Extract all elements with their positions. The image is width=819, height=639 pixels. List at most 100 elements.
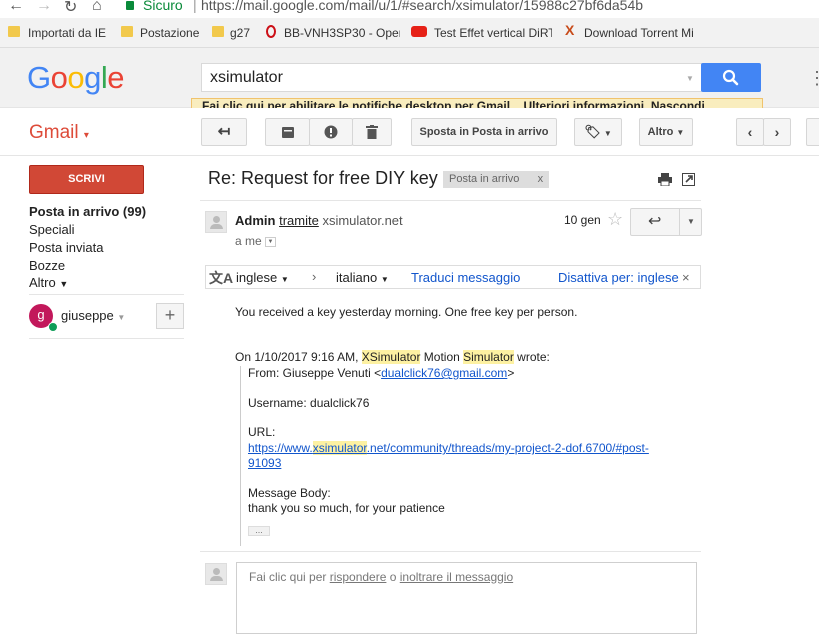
folder-icon <box>8 26 20 37</box>
newer-button[interactable]: ‹ <box>736 118 764 146</box>
star-icon[interactable]: ☆ <box>607 209 623 230</box>
user-name[interactable]: giuseppe ▼ <box>61 308 125 323</box>
translate-message-link[interactable]: Traduci messaggio <box>411 270 520 285</box>
quote-from-line: From: Giuseppe Venuti <dualclick76@gmail… <box>248 366 515 380</box>
add-contact-button[interactable]: + <box>156 303 184 329</box>
show-details-icon[interactable]: ▼ <box>265 236 277 247</box>
back-arrow-icon[interactable]: ← <box>8 0 24 15</box>
show-trimmed-content-button[interactable]: ... <box>248 526 270 536</box>
chevron-left-icon: ‹ <box>747 124 753 140</box>
sidebar-divider <box>29 338 184 339</box>
google-logo[interactable]: Google <box>27 60 125 96</box>
archive-icon <box>281 127 294 138</box>
apps-menu-icon[interactable]: ⋮ <box>808 68 819 89</box>
quote-url-label: URL: <box>248 425 276 439</box>
translate-icon: 文A <box>209 270 234 286</box>
delete-button[interactable] <box>352 118 392 146</box>
translate-bar: 文A inglese ▼ › italiano ▼ Traduci messag… <box>205 265 701 289</box>
bookmark-test-effet[interactable]: Test Effet vertical DiRT <box>434 26 552 40</box>
via-domain: xsimulator.net <box>322 213 403 228</box>
inbox-label-chip: Posta in arrivo x <box>443 171 550 188</box>
quote-body-text: thank you so much, for your patience <box>248 501 445 515</box>
sidebar-item-inbox[interactable]: Posta in arrivo (99) <box>29 204 146 219</box>
back-arrow-icon: ↤ <box>217 123 231 140</box>
settings-button[interactable] <box>806 118 819 146</box>
forward-link[interactable]: inoltrare il messaggio <box>400 570 513 584</box>
quote-url-link-cont[interactable]: 91093 <box>248 456 281 470</box>
torrent-x-icon: X <box>565 22 575 38</box>
folder-icon <box>212 26 224 37</box>
target-language-select[interactable]: italiano ▼ <box>336 270 389 285</box>
bookmark-importati[interactable]: Importati da IE <box>28 26 106 40</box>
body-text: You received a key yesterday morning. On… <box>235 305 578 319</box>
gmail-menu[interactable]: Gmail ▾ <box>29 122 89 144</box>
spam-icon <box>324 125 338 139</box>
message-subject: Re: Request for free DIY key <box>208 168 438 188</box>
archive-button[interactable] <box>265 118 310 146</box>
labels-button[interactable]: 🏷 ▼ <box>574 118 622 146</box>
more-actions-icon[interactable]: ▼ <box>687 217 695 226</box>
my-avatar <box>205 563 227 585</box>
sidebar-item-starred[interactable]: Speciali <box>29 222 75 237</box>
sender-email-link[interactable]: dualclick76@gmail.com <box>381 366 507 380</box>
open-new-window-icon[interactable] <box>682 173 695 186</box>
sender-avatar <box>205 211 227 233</box>
sidebar-item-sent[interactable]: Posta inviata <box>29 240 103 255</box>
reload-icon[interactable]: ↻ <box>64 0 77 17</box>
close-icon[interactable]: × <box>682 270 690 285</box>
source-language-select[interactable]: inglese ▼ <box>236 270 289 285</box>
via-link[interactable]: tramite <box>279 213 319 228</box>
bookmark-postazione[interactable]: Postazione <box>140 26 199 40</box>
bookmarks-bar: Importati da IE Postazione g27 BB-VNH3SP… <box>0 18 819 48</box>
sender-name[interactable]: Admin <box>235 213 275 228</box>
browser-address-bar: ← → ↻ ⌂ Sicuro | https://mail.google.com… <box>0 0 819 18</box>
forward-arrow-icon[interactable]: → <box>36 0 52 15</box>
youtube-icon <box>411 26 427 37</box>
tag-icon: 🏷 <box>584 124 601 139</box>
lock-icon <box>126 1 134 10</box>
remove-label-button[interactable]: x <box>538 173 544 185</box>
compose-button[interactable]: SCRIVI <box>29 165 144 194</box>
reply-button-group: ↩ ▼ <box>630 208 702 236</box>
header-divider <box>200 200 701 201</box>
print-icon[interactable] <box>658 173 672 186</box>
more-button[interactable]: Altro ▼ <box>639 118 693 146</box>
url-input[interactable]: https://mail.google.com/mail/u/1/#search… <box>201 0 643 13</box>
online-status-icon <box>48 322 58 332</box>
sidebar-divider <box>29 294 184 295</box>
message-toolbar: Gmail ▾ ↤ Sposta in Posta in arrivo 🏷 ▼ … <box>0 108 819 156</box>
quote-border <box>240 366 241 546</box>
chevron-right-icon: › <box>774 124 780 140</box>
arrow-right-icon: › <box>312 269 317 284</box>
search-icon <box>722 69 739 86</box>
report-spam-button[interactable] <box>309 118 353 146</box>
move-to-inbox-button[interactable]: Sposta in Posta in arrivo <box>411 118 557 146</box>
trash-icon <box>366 125 378 139</box>
bookmark-bb-vnh3sp30[interactable]: BB-VNH3SP30 - Oper <box>284 26 400 40</box>
search-input[interactable] <box>201 63 702 92</box>
reply-icon[interactable]: ↩ <box>648 211 661 231</box>
reply-hint: Fai clic qui per rispondere o inoltrare … <box>249 570 514 584</box>
bookmark-g27[interactable]: g27 <box>230 26 250 40</box>
older-button[interactable]: › <box>763 118 791 146</box>
quote-username: Username: dualclick76 <box>248 396 370 410</box>
bookmark-download-torrent[interactable]: Download Torrent Mi <box>584 26 700 40</box>
search-options-icon[interactable]: ▼ <box>686 74 694 83</box>
home-icon[interactable]: ⌂ <box>92 0 102 15</box>
opera-icon <box>266 25 276 38</box>
back-button[interactable]: ↤ <box>201 118 247 146</box>
quote-url-link[interactable]: https://www.xsimulator.net/community/thr… <box>248 441 649 455</box>
reply-link[interactable]: rispondere <box>330 570 387 584</box>
button-divider <box>679 209 680 235</box>
search-button[interactable] <box>701 63 761 92</box>
body-divider <box>200 551 701 552</box>
sender-line: Admin tramite xsimulator.net <box>235 213 403 228</box>
recipient-line[interactable]: a me ▼ <box>235 234 277 248</box>
secure-label: Sicuro <box>143 0 183 13</box>
sidebar-item-more[interactable]: Altro ▼ <box>29 275 68 290</box>
message-date: 10 gen <box>564 213 601 227</box>
sidebar-item-drafts[interactable]: Bozze <box>29 258 65 273</box>
quote-header: On 1/10/2017 9:16 AM, XSimulator Motion … <box>235 350 550 364</box>
disable-translation-link[interactable]: Disattiva per: inglese <box>558 270 679 285</box>
folder-icon <box>121 26 133 37</box>
